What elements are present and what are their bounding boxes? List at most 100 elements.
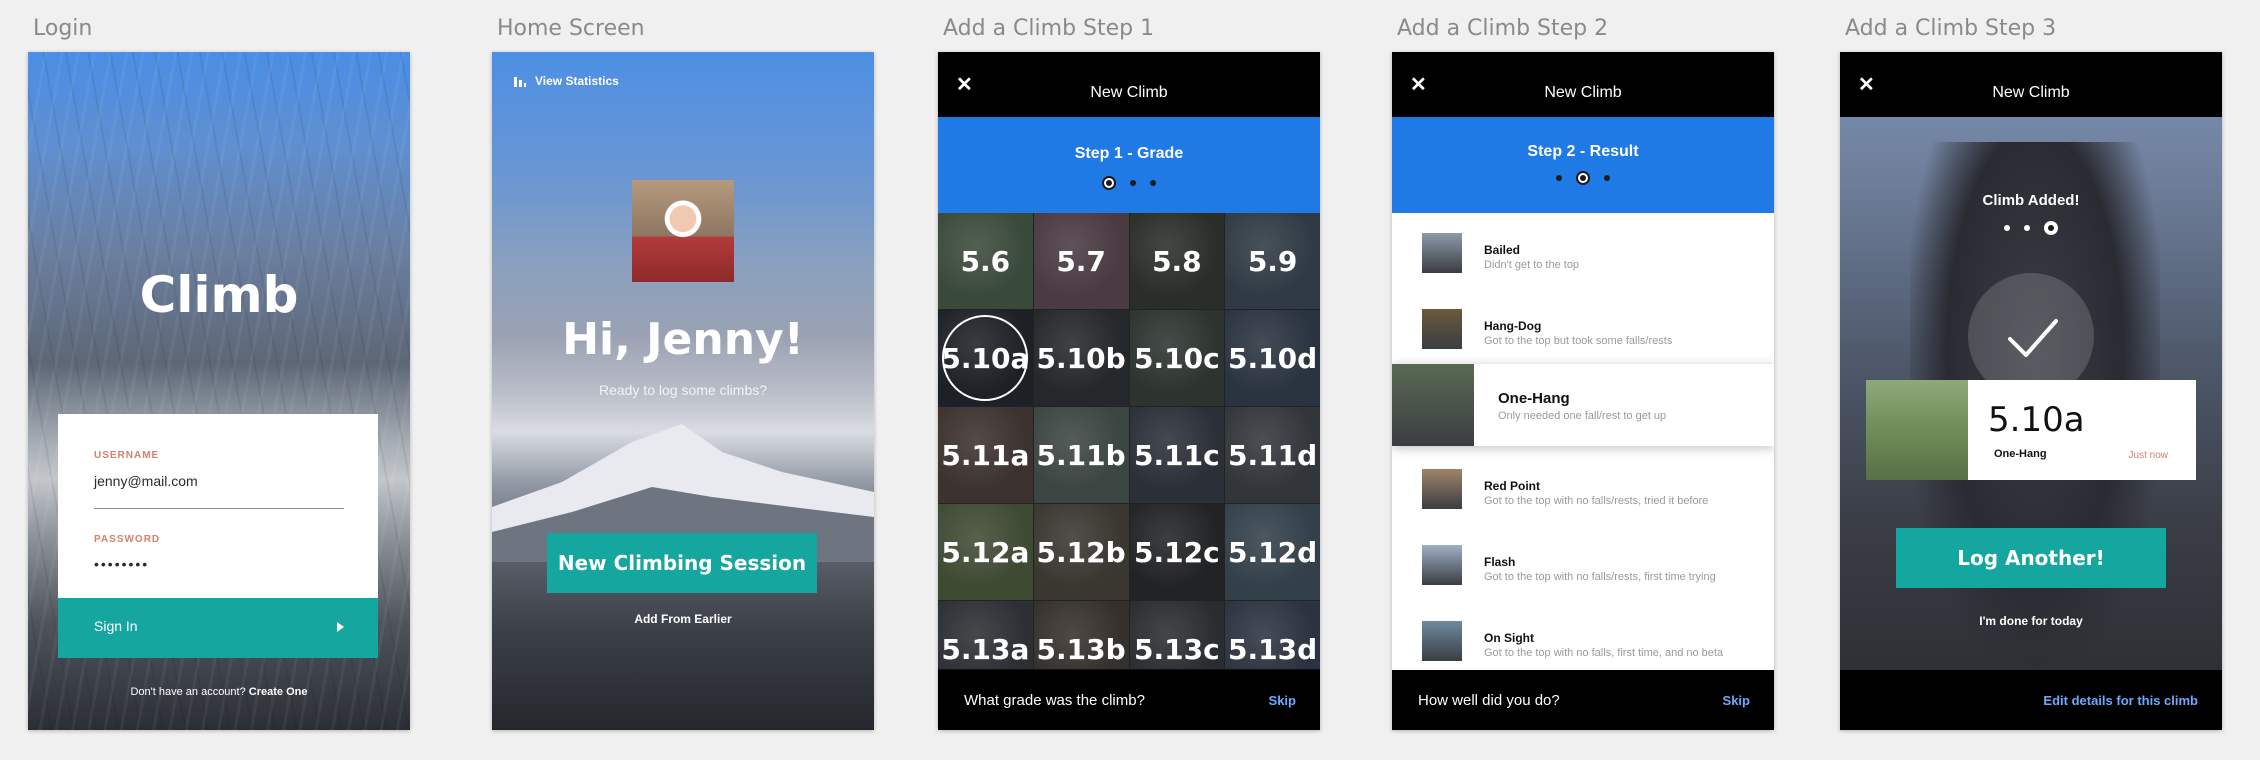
result-option[interactable]: Red Point Got to the top with no falls/re… [1392, 449, 1774, 525]
climb-summary-card[interactable]: 5.10a One-Hang Just now [1866, 380, 2196, 480]
climb-photo [1866, 380, 1968, 480]
home-screen: View Statistics Hi, Jenny! Ready to log … [492, 52, 874, 730]
grade-label: 5.11a [941, 438, 1030, 472]
sign-in-button[interactable]: Sign In [58, 598, 378, 658]
grade-cell[interactable]: 5.10c [1129, 310, 1225, 406]
grade-label: 5.10c [1134, 341, 1220, 375]
grade-label: 5.7 [1056, 244, 1106, 278]
result-name: Flash [1484, 555, 1516, 569]
result-option[interactable]: Bailed Didn't get to the top [1392, 213, 1774, 289]
view-statistics-label: View Statistics [535, 74, 619, 88]
top-bar: ✕ New Climb [1392, 52, 1774, 117]
grade-label: 5.13b [1036, 632, 1126, 666]
username-field[interactable]: jenny@mail.com [94, 473, 198, 489]
log-another-button[interactable]: Log Another! [1896, 528, 2166, 588]
step-dot-1 [1102, 176, 1116, 190]
result-option[interactable]: One-Hang Only needed one fall/rest to get… [1392, 364, 1774, 446]
result-option[interactable]: On Sight Got to the top with no falls, fi… [1392, 601, 1774, 677]
frame-title-login: Login [33, 16, 93, 41]
result-description: Didn't get to the top [1484, 259, 1580, 271]
frame-title-step2: Add a Climb Step 2 [1397, 16, 1609, 41]
edit-details-link[interactable]: Edit details for this climb [2043, 693, 2198, 708]
create-account-link[interactable]: Create One [249, 686, 308, 698]
grade-label: 5.10d [1228, 341, 1318, 375]
grade-cell[interactable]: 5.12d [1225, 504, 1320, 600]
grade-cell[interactable]: 5.10d [1225, 310, 1320, 406]
grade-cell[interactable]: 5.13b [1033, 601, 1129, 669]
signup-prompt: Don't have an account? Create One [28, 686, 410, 698]
step-dot-2 [2024, 225, 2030, 231]
password-label: PASSWORD [94, 534, 161, 545]
skip-button[interactable]: Skip [1723, 693, 1750, 708]
top-bar: ✕ New Climb [1840, 52, 2222, 117]
grade-cell[interactable]: 5.6 [938, 213, 1033, 309]
grade-label: 5.12d [1228, 535, 1318, 569]
grade-cell[interactable]: 5.13a [938, 601, 1033, 669]
grade-cell[interactable]: 5.12a [938, 504, 1033, 600]
result-thumbnail [1422, 545, 1462, 585]
grade-cell[interactable]: 5.9 [1225, 213, 1320, 309]
step-dot-3 [1150, 180, 1156, 186]
step-indicator [938, 176, 1320, 190]
grade-label: 5.12a [941, 535, 1030, 569]
new-session-button[interactable]: New Climbing Session [547, 533, 817, 593]
result-description: Got to the top with no falls/rests, firs… [1484, 571, 1716, 583]
grade-cell[interactable]: 5.10b [1033, 310, 1129, 406]
add-earlier-link[interactable]: Add From Earlier [492, 612, 874, 626]
grade-label: 5.8 [1152, 244, 1202, 278]
grade-cell[interactable]: 5.10a [938, 310, 1033, 406]
avatar[interactable] [632, 180, 734, 282]
grade-label: 5.10a [941, 315, 1029, 401]
bar-chart-icon [514, 77, 526, 87]
result-name: Hang-Dog [1484, 319, 1542, 333]
play-arrow-icon [337, 622, 344, 632]
result-description: Got to the top but took some falls/rests [1484, 335, 1673, 347]
grade-cell[interactable]: 5.12b [1033, 504, 1129, 600]
grade-cell[interactable]: 5.8 [1129, 213, 1225, 309]
grade-cell[interactable]: 5.11d [1225, 407, 1320, 503]
frame-title-home: Home Screen [497, 16, 645, 41]
login-screen: Climb USERNAME jenny@mail.com PASSWORD •… [28, 52, 410, 730]
grade-label: 5.6 [960, 244, 1011, 278]
login-card: USERNAME jenny@mail.com PASSWORD •••••••… [58, 414, 378, 658]
grade-cell[interactable]: 5.11b [1033, 407, 1129, 503]
grade-label: 5.11b [1036, 438, 1126, 472]
bottom-bar: How well did you do? Skip [1392, 670, 1774, 730]
bottom-bar: What grade was the climb? Skip [938, 670, 1320, 730]
grade-cell[interactable]: 5.11a [938, 407, 1033, 503]
screen-title: New Climb [1090, 84, 1168, 101]
grade-cell[interactable]: 5.13c [1129, 601, 1225, 669]
greeting-subtitle: Ready to log some climbs? [598, 382, 768, 398]
grade-cell[interactable]: 5.11c [1129, 407, 1225, 503]
step1-screen: ✕ New Climb Step 1 - Grade 5.6 5.7 5.8 5.9 5… [938, 52, 1320, 730]
frame-title-step1: Add a Climb Step 1 [943, 16, 1155, 41]
grade-cell[interactable]: 5.13d [1225, 601, 1320, 669]
grade-label: 5.13a [941, 632, 1030, 666]
grade-cell[interactable]: 5.12c [1129, 504, 1225, 600]
grade-question: What grade was the climb? [964, 692, 1145, 709]
step-header: Step 2 - Result [1392, 117, 1774, 213]
screen-title: New Climb [1992, 84, 2070, 101]
username-label: USERNAME [94, 450, 160, 461]
result-thumbnail [1422, 621, 1462, 661]
signup-text: Don't have an account? [130, 686, 246, 698]
result-name: On Sight [1484, 631, 1534, 645]
step-dot-2 [1576, 171, 1590, 185]
step-dot-3 [1604, 175, 1610, 181]
result-option[interactable]: Hang-Dog Got to the top but took some fal… [1392, 289, 1774, 365]
card-result: One-Hang [1994, 448, 2047, 460]
screen-title: New Climb [1544, 84, 1622, 101]
grade-cell[interactable]: 5.7 [1033, 213, 1129, 309]
step-title: Step 2 - Result [1527, 143, 1639, 160]
grade-label: 5.12b [1036, 535, 1126, 569]
skip-button[interactable]: Skip [1269, 693, 1296, 708]
result-option[interactable]: Flash Got to the top with no falls/rests,… [1392, 525, 1774, 601]
step3-screen: ✕ New Climb Climb Added! 5.10a One-Hang … [1840, 52, 2222, 730]
result-thumbnail [1422, 233, 1462, 273]
sign-in-label: Sign In [94, 618, 138, 634]
password-field[interactable]: •••••••• [94, 556, 149, 572]
step-header: Step 1 - Grade [938, 117, 1320, 213]
done-for-today-link[interactable]: I'm done for today [1840, 614, 2222, 628]
result-name: One-Hang [1498, 390, 1570, 407]
view-statistics-link[interactable]: View Statistics [514, 74, 619, 88]
